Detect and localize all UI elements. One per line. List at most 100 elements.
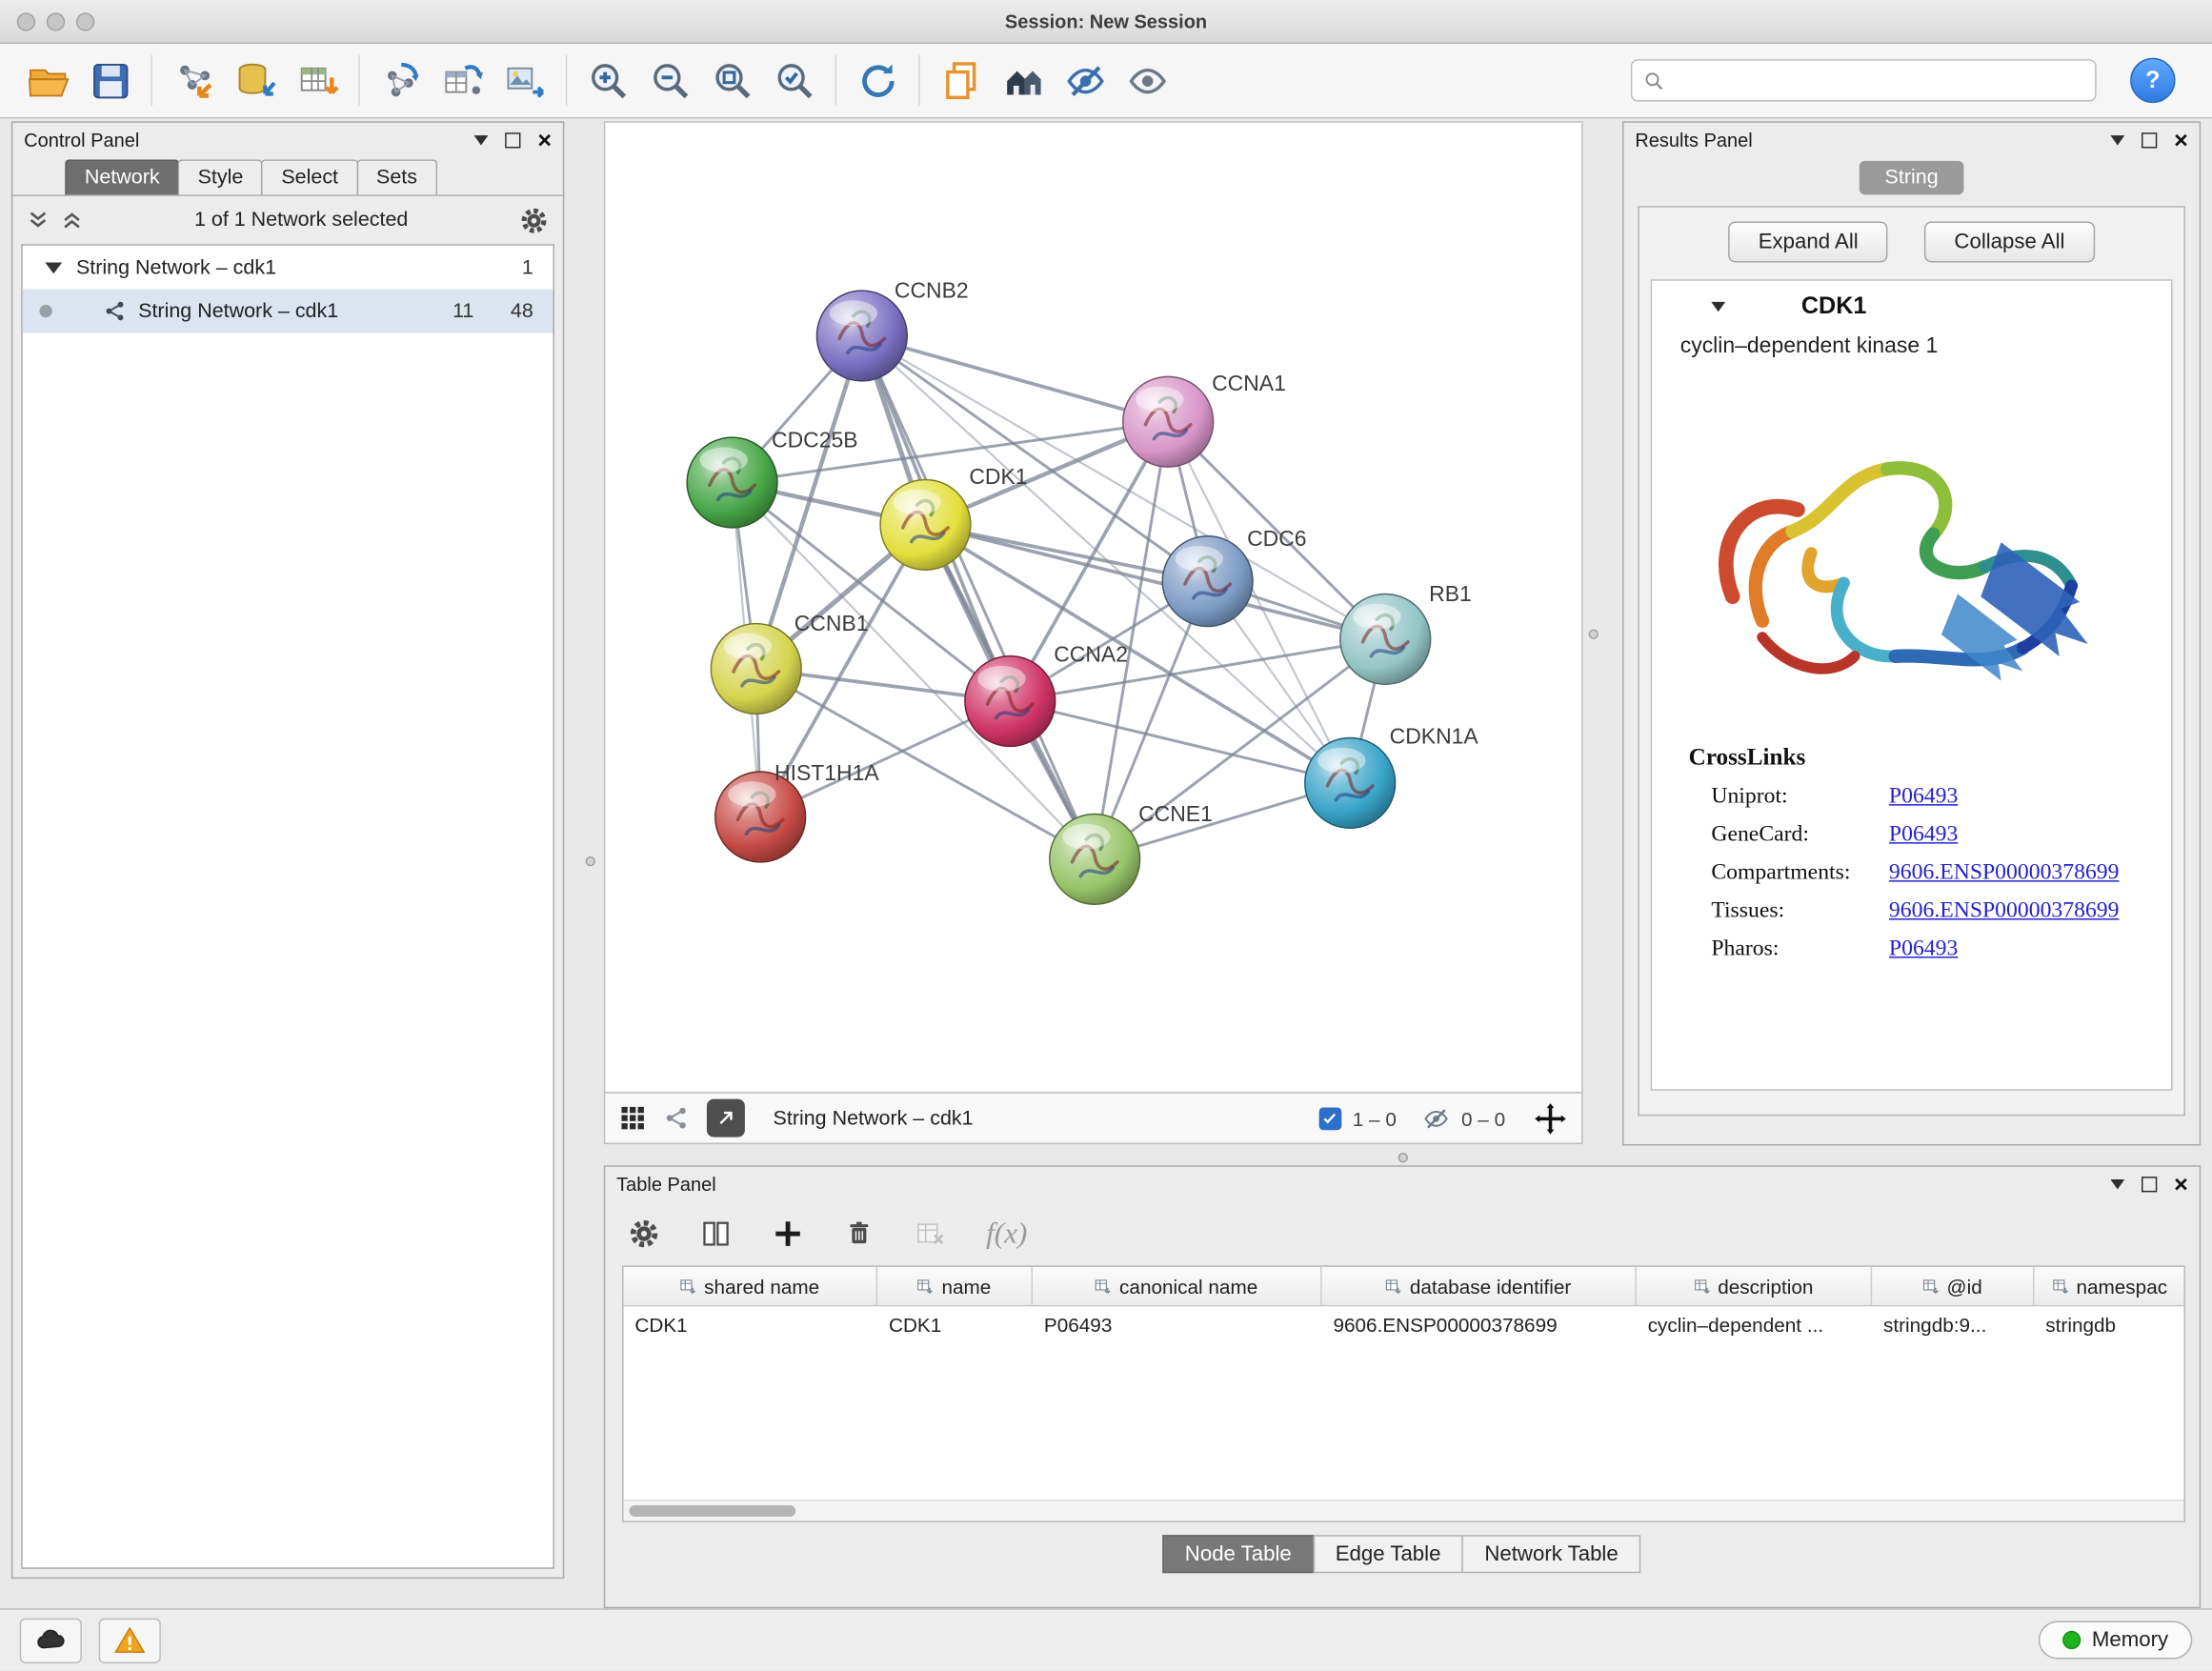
memory-button[interactable]: Memory [2039,1621,2193,1660]
bottom-splitter-handle[interactable] [1398,1153,1408,1162]
panel-close-button[interactable]: × [537,128,552,151]
network-node-CCNE1[interactable] [1050,814,1140,904]
network-collection-count: 1 [522,256,533,279]
panel-float-button[interactable] [505,131,520,147]
network-edge[interactable] [925,525,1385,639]
column-header[interactable]: description [1637,1267,1872,1305]
help-button[interactable]: ? [2130,58,2175,103]
column-header[interactable]: shared name [624,1267,878,1305]
show-columns-button[interactable] [700,1217,733,1249]
collapse-all-icon[interactable] [27,209,50,232]
expand-all-icon[interactable] [61,209,84,232]
section-collapse-icon[interactable] [1711,301,1725,311]
import-table-button[interactable] [287,50,349,111]
panel-float-button[interactable] [2142,1176,2157,1191]
tab-style[interactable]: Style [178,159,263,194]
column-header[interactable]: name [877,1267,1033,1305]
grid-icon[interactable] [619,1105,646,1132]
refresh-button[interactable] [847,50,909,111]
delete-column-button[interactable] [844,1218,875,1249]
table-settings-button[interactable] [628,1217,660,1249]
zoom-in-button[interactable] [577,50,639,111]
column-header[interactable]: @id [1872,1267,2034,1305]
export-image-button[interactable] [493,50,555,111]
eye-icon [1125,58,1169,102]
network-node-RB1[interactable] [1340,594,1431,684]
collapse-all-button[interactable]: Collapse All [1924,222,2094,263]
crosslink-link[interactable]: P06493 [1889,936,1958,962]
tab-string[interactable]: String [1860,161,1963,195]
add-column-button[interactable] [772,1217,804,1249]
table-cell: P06493 [1033,1314,1322,1337]
import-network-database-button[interactable] [224,50,286,111]
panel-float-button[interactable] [2142,131,2157,147]
maximize-window-button[interactable] [76,12,94,30]
copy-document-button[interactable] [930,50,992,111]
network-node-CCNB2[interactable] [816,291,907,381]
network-graph[interactable]: CCNB2CCNA1CDC25BCDK1CDC6RB1CCNB1CCNA2CDK… [604,121,1583,1093]
network-collection-row[interactable]: String Network – cdk1 1 [23,246,553,290]
network-edge[interactable] [862,335,1095,858]
function-builder-button[interactable]: f(x) [986,1216,1027,1251]
close-window-button[interactable] [17,12,35,30]
horizontal-scrollbar[interactable] [624,1500,2184,1520]
right-splitter-handle[interactable] [1588,629,1598,638]
clear-table-button[interactable] [915,1217,947,1249]
cloud-status-button[interactable] [20,1618,82,1662]
scrollbar-thumb[interactable] [629,1505,795,1517]
network-node-HIST1H1A[interactable] [715,772,806,862]
search-input[interactable] [1673,68,2083,93]
left-splitter-handle[interactable] [586,856,595,866]
hide-selected-button[interactable] [1054,50,1116,111]
crosslink-link[interactable]: 9606.ENSP00000378699 [1889,898,2120,924]
network-canvas[interactable]: CCNB2CCNA1CDC25BCDK1CDC6RB1CCNB1CCNA2CDK… [605,123,1581,1092]
panel-close-button[interactable]: × [2174,1172,2188,1196]
gear-icon[interactable] [519,205,549,234]
panel-menu-button[interactable] [2111,134,2125,144]
network-node-CDKN1A[interactable] [1305,738,1396,829]
houses-button[interactable] [992,50,1054,111]
tab-node-table[interactable]: Node Table [1162,1535,1314,1573]
zoom-selected-button[interactable] [763,50,825,111]
column-header[interactable]: namespac [2034,1267,2184,1305]
table-row[interactable]: CDK1CDK1P064939606.ENSP00000378699cyclin… [624,1306,2184,1343]
tab-edge-table[interactable]: Edge Table [1313,1535,1463,1573]
new-network-from-selection-button[interactable] [370,50,432,111]
columns-icon [700,1217,733,1249]
zoom-fit-button[interactable] [701,50,763,111]
network-node-CCNB1[interactable] [711,624,801,715]
network-node-CDC25B[interactable] [687,437,777,528]
new-network-table-button[interactable] [432,50,493,111]
panel-menu-button[interactable] [2111,1178,2125,1188]
expand-all-button[interactable]: Expand All [1729,222,1888,263]
tab-sets[interactable]: Sets [356,159,436,194]
tab-network-table[interactable]: Network Table [1462,1535,1641,1573]
network-node-CDK1[interactable] [880,480,971,571]
network-node-CDC6[interactable] [1162,536,1253,627]
save-session-button[interactable] [79,50,141,111]
crosslink-link[interactable]: 9606.ENSP00000378699 [1889,860,2120,886]
crosslink-link[interactable]: P06493 [1889,822,1958,848]
minimize-window-button[interactable] [47,12,65,30]
column-header[interactable]: canonical name [1033,1267,1322,1305]
panel-menu-button[interactable] [474,134,489,144]
crosslink-link[interactable]: P06493 [1889,784,1958,810]
network-row[interactable]: String Network – cdk1 11 48 [23,290,553,333]
open-in-new-window-button[interactable] [707,1099,745,1137]
share-network-icon[interactable] [663,1105,690,1132]
open-session-button[interactable] [17,50,79,111]
panel-close-button[interactable]: × [2174,128,2188,151]
warnings-button[interactable] [99,1618,161,1662]
zoom-out-button[interactable] [639,50,701,111]
network-node-CCNA1[interactable] [1123,376,1214,467]
import-network-file-button[interactable] [162,50,224,111]
network-node-CCNA2[interactable] [965,656,1056,747]
network-edge[interactable] [1010,701,1350,783]
column-header[interactable]: database identifier [1322,1267,1637,1305]
show-all-button[interactable] [1116,50,1177,111]
disclosure-triangle-icon[interactable] [45,262,62,273]
column-type-icon [680,1278,697,1295]
pan-crosshair-icon[interactable] [1534,1101,1568,1136]
tab-network[interactable]: Network [65,159,179,194]
tab-select[interactable]: Select [262,159,358,194]
